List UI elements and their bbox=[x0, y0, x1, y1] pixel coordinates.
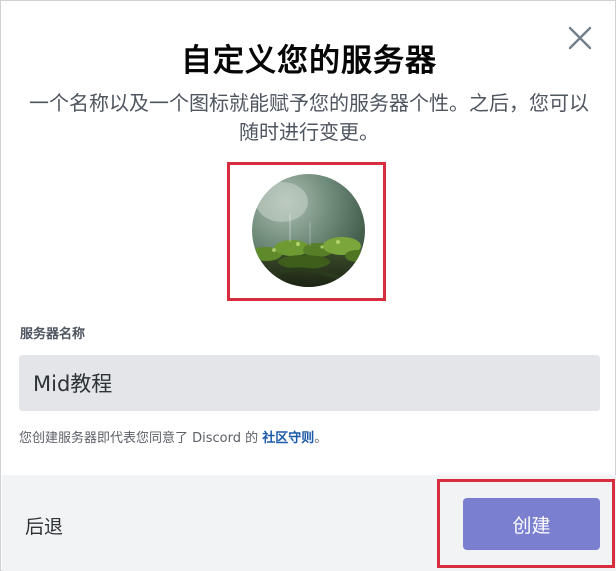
server-icon-upload[interactable] bbox=[252, 174, 365, 287]
back-button[interactable]: 后退 bbox=[25, 512, 63, 539]
dialog-title: 自定义您的服务器 bbox=[181, 43, 437, 79]
server-name-label: 服务器名称 bbox=[20, 327, 86, 342]
community-guidelines-link[interactable]: 社区守则 bbox=[262, 431, 314, 446]
create-button[interactable]: 创建 bbox=[463, 498, 600, 550]
terms-notice: 您创建服务器即代表您同意了 Discord 的 社区守则。 bbox=[19, 427, 327, 446]
customize-server-dialog: 自定义您的服务器 一个名称以及一个图标就能赋予您的服务器个性。之后，您可以随时进… bbox=[0, 0, 616, 571]
moss-image bbox=[252, 174, 365, 287]
dialog-subtitle: 一个名称以及一个图标就能赋予您的服务器个性。之后，您可以随时进行变更。 bbox=[29, 91, 589, 144]
server-name-input[interactable] bbox=[19, 355, 600, 411]
terms-suffix: 。 bbox=[314, 431, 328, 446]
terms-prefix: 您创建服务器即代表您同意了 Discord 的 bbox=[19, 431, 263, 446]
